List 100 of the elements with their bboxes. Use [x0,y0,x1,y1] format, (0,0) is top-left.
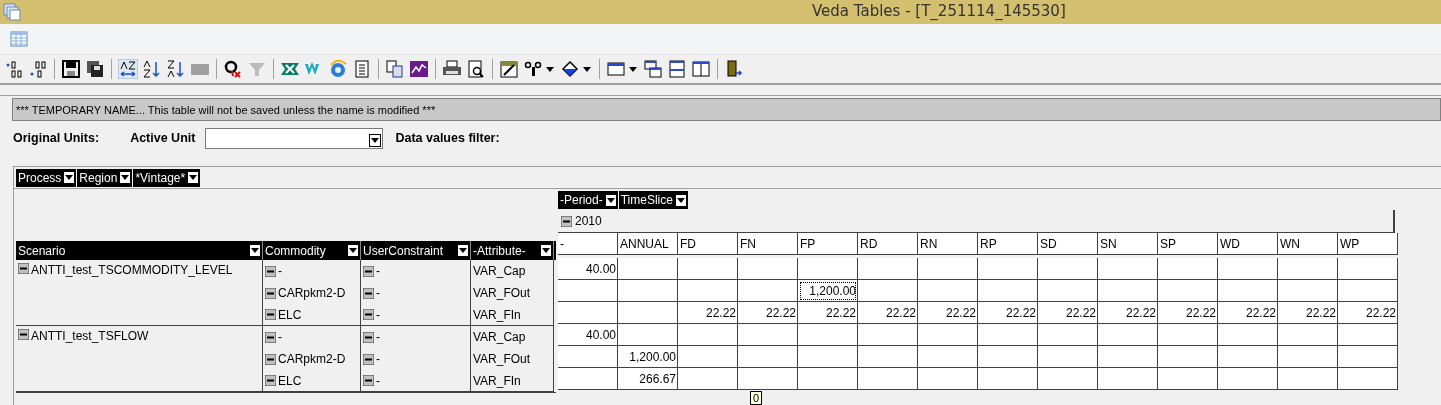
table-cell[interactable] [798,346,858,368]
table-cell[interactable] [858,346,918,368]
table-cell[interactable] [858,368,918,390]
collapse-icon[interactable] [18,263,29,274]
table-cell[interactable] [1038,346,1098,368]
spelling-icon[interactable] [523,59,543,79]
save-all-icon[interactable] [85,59,105,79]
table-cell[interactable]: 266.67 [618,368,678,390]
table-cell[interactable]: 22.22 [1278,302,1338,324]
dropdown-icon[interactable] [369,133,382,147]
table-cell[interactable] [978,368,1038,390]
table-cell[interactable] [678,346,738,368]
copy-icon[interactable] [385,59,405,79]
table-cell[interactable] [978,280,1038,302]
save-icon[interactable] [61,59,81,79]
table-cell[interactable] [1038,324,1098,346]
active-unit-field[interactable] [205,127,384,149]
table-cell[interactable] [1158,324,1218,346]
table-cell[interactable] [918,346,978,368]
collapse-icon[interactable] [265,331,276,343]
table-cell[interactable] [678,368,738,390]
table-cell[interactable] [558,302,618,324]
table-cell[interactable]: 22.22 [1158,302,1218,324]
sort-ascending-icon[interactable] [142,59,162,79]
row-field[interactable]: UserConstraint [361,241,471,260]
collapse-icon[interactable] [363,287,374,299]
table-cell[interactable]: 22.22 [678,302,738,324]
table-cell[interactable] [1338,258,1398,280]
table-cell[interactable] [1038,280,1098,302]
table-cell[interactable]: 22.22 [978,302,1038,324]
table-cell[interactable] [1278,346,1338,368]
clear-query-icon[interactable] [223,59,243,79]
page-field[interactable]: *Vintage* [133,168,201,187]
table-cell[interactable] [1278,368,1338,390]
table-cell[interactable] [918,324,978,346]
table-cell[interactable]: 1,200.00 [798,280,858,302]
table-cell[interactable] [1098,258,1158,280]
collapse-icon[interactable] [363,353,374,365]
table-cell[interactable] [978,324,1038,346]
table-cell[interactable]: 22.22 [738,302,798,324]
table-cell[interactable] [678,324,738,346]
table-cell[interactable]: 22.22 [798,302,858,324]
collapse-icon[interactable] [363,331,374,343]
table-cell[interactable] [798,324,858,346]
table-cell[interactable] [1338,346,1398,368]
table-cell[interactable] [558,368,618,390]
caret-icon[interactable] [629,66,637,72]
page-field[interactable]: Process [16,168,77,187]
table-cell[interactable] [678,258,738,280]
dropdown-icon[interactable] [347,244,359,257]
table-cell[interactable] [1158,280,1218,302]
table-cell[interactable] [978,258,1038,280]
table-cell[interactable]: 22.22 [1038,302,1098,324]
table-cell[interactable]: 22.22 [1338,302,1398,324]
dropdown-icon[interactable] [249,244,261,257]
dropdown-icon[interactable] [604,193,617,207]
dropdown-icon[interactable] [119,171,132,184]
table-cell[interactable] [858,258,918,280]
cascade-windows-icon[interactable] [643,59,663,79]
table-cell[interactable] [1218,280,1278,302]
tile-horizontal-icon[interactable] [667,59,687,79]
table-cell[interactable] [1338,324,1398,346]
caret-icon[interactable] [546,66,554,72]
browser-icon[interactable] [328,59,348,79]
table-cell[interactable] [558,346,618,368]
table-cell[interactable] [798,258,858,280]
table-cell[interactable] [1158,368,1218,390]
exit-door-icon[interactable] [724,59,744,79]
table-cell[interactable] [1098,368,1158,390]
collapse-icon[interactable] [265,287,276,299]
table-cell[interactable] [678,280,738,302]
dropdown-icon[interactable] [187,171,200,184]
table-cell[interactable] [618,302,678,324]
table-cell[interactable] [1218,258,1278,280]
dropdown-icon[interactable] [63,171,76,184]
collapse-icon[interactable] [265,353,276,365]
table-cell[interactable] [738,258,798,280]
table-cell[interactable] [1338,280,1398,302]
collapse-icon[interactable] [363,265,374,277]
caret-icon[interactable] [583,66,591,72]
table-cell[interactable] [1158,258,1218,280]
table-cell[interactable]: 40.00 [558,324,618,346]
table-cell[interactable] [1098,280,1158,302]
sort-descending-icon[interactable] [166,59,186,79]
table-cell[interactable]: 22.22 [858,302,918,324]
table-cell[interactable]: 22.22 [1218,302,1278,324]
sort-az-icon[interactable] [118,59,138,79]
table-cell[interactable] [1218,346,1278,368]
table-cell[interactable] [1158,346,1218,368]
decimal-decrease-icon[interactable] [28,59,48,79]
table-cell[interactable] [558,280,618,302]
table-cell[interactable] [1038,258,1098,280]
fill-color-icon[interactable] [560,59,580,79]
table-cell[interactable] [918,280,978,302]
column-field[interactable]: -Period- [558,191,618,209]
decimal-increase-icon[interactable] [4,59,24,79]
table-cell[interactable] [618,258,678,280]
table-cell[interactable]: 22.22 [1098,302,1158,324]
dropdown-icon[interactable] [457,244,469,257]
row-field[interactable]: Commodity [263,241,361,260]
